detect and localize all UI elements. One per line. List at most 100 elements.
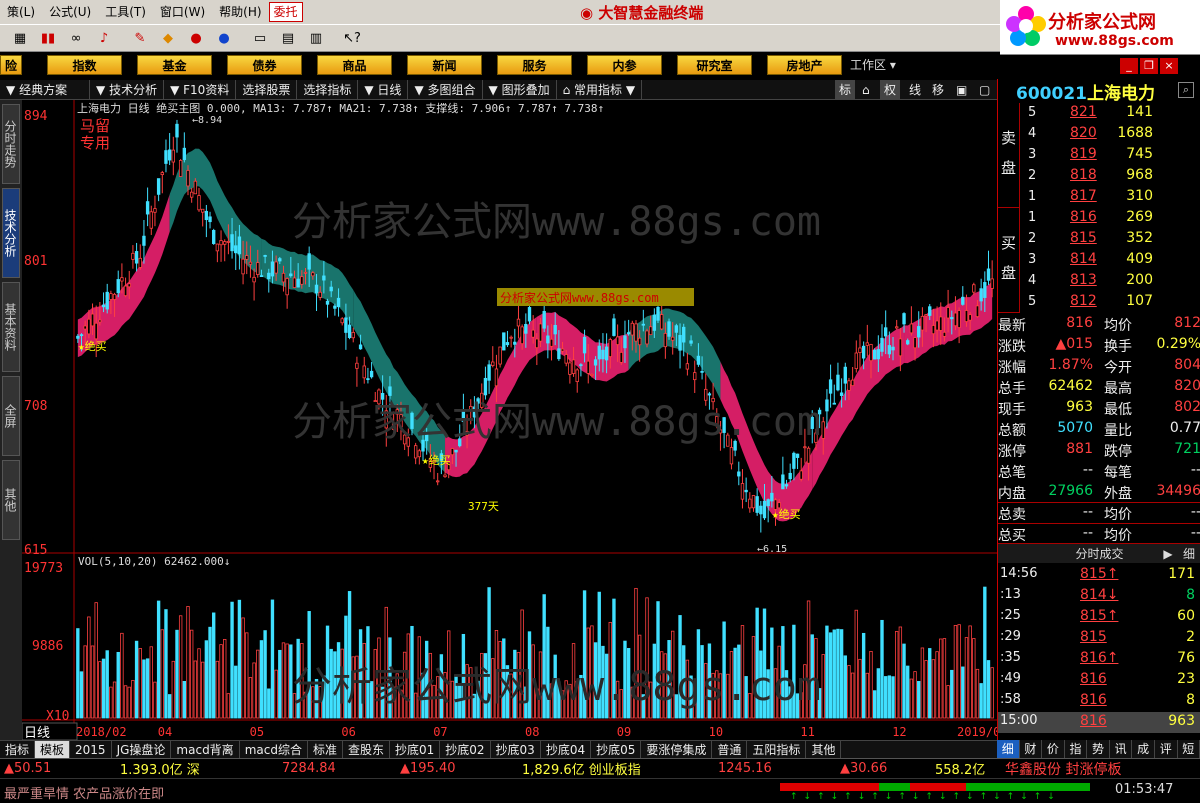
menu-item-window[interactable]: 窗口(W)	[153, 0, 212, 24]
sell-level[interactable]: 5 821 141	[998, 103, 1200, 124]
indicator-tab[interactable]: 普通	[712, 740, 748, 759]
buy-level[interactable]: 2 815 352	[998, 229, 1200, 250]
indicator-tab[interactable]: macd综合	[240, 740, 308, 759]
alert-text[interactable]: 华鑫股份 封涨停板	[1005, 759, 1121, 779]
sidebar-tab-technical[interactable]: 技术分析	[2, 188, 20, 278]
menu-item-strategy[interactable]: 策(L)	[0, 0, 42, 24]
buy-level[interactable]: 3 814 409	[998, 250, 1200, 271]
toggle-move[interactable]: 移	[928, 80, 948, 100]
indicator-tab[interactable]: 查股东	[343, 740, 390, 759]
restore-icon[interactable]: ❐	[1140, 58, 1158, 74]
toggle-mark[interactable]: 标	[835, 80, 856, 100]
ticker-text[interactable]: 最严重旱情 农产品涨价在即	[4, 783, 164, 802]
indicator-tab[interactable]: 指标	[0, 740, 36, 759]
right-tab[interactable]: 势	[1087, 740, 1110, 758]
right-tab[interactable]: 财	[1020, 740, 1043, 758]
right-tab[interactable]: 评	[1155, 740, 1178, 758]
grid-icon[interactable]: ▦	[8, 27, 32, 49]
print-icon[interactable]: ▭	[248, 27, 272, 49]
lock-icon[interactable]: ⌂	[858, 80, 874, 100]
nav-button-fund[interactable]: 基金	[137, 55, 212, 75]
binoculars-icon[interactable]: ∞	[64, 27, 88, 49]
play-icon[interactable]: ▶	[1160, 544, 1176, 564]
nav-button-partial[interactable]: 险	[0, 55, 22, 75]
toggle-rights[interactable]: 权	[880, 80, 901, 100]
level-number: 4	[1028, 126, 1037, 141]
pin-icon[interactable]: ▾	[890, 58, 896, 72]
indicator-tab[interactable]: 要涨停集成	[641, 740, 713, 759]
window-icon[interactable]: ▣	[952, 80, 971, 100]
indicator-tab[interactable]: 抄底01	[390, 740, 441, 759]
tick-price: 815	[1080, 629, 1107, 645]
sidebar-tab-other[interactable]: 其他	[2, 460, 20, 540]
right-tab[interactable]: 讯	[1110, 740, 1133, 758]
indicator-tab[interactable]: 抄底04	[541, 740, 592, 759]
kline-chart[interactable]: 分析家公式网www.88gs.com 分析家公式网www.88gs.com 分析…	[21, 100, 1008, 741]
sell-level[interactable]: 2 818 968	[998, 166, 1200, 187]
submenu-select-stock[interactable]: 选择股票	[236, 79, 298, 100]
right-tab[interactable]: 指	[1065, 740, 1088, 758]
nav-button-service[interactable]: 服务	[497, 55, 572, 75]
nav-button-index[interactable]: 指数	[47, 55, 122, 75]
close-icon[interactable]: ×	[1160, 58, 1178, 74]
buy-level[interactable]: 5 812 107	[998, 292, 1200, 313]
nav-button-realestate[interactable]: 房地产	[767, 55, 842, 75]
window-icon[interactable]: ▤	[276, 27, 300, 49]
books-icon[interactable]: ▥	[304, 27, 328, 49]
indicator-tab[interactable]: 抄底05	[591, 740, 642, 759]
nav-button-insider[interactable]: 内参	[587, 55, 662, 75]
diamond-icon[interactable]: ◆	[156, 27, 180, 49]
globe-red-icon[interactable]: ●	[184, 27, 208, 49]
ticks-detail-button[interactable]: 细	[1180, 544, 1198, 564]
expand-icon[interactable]: ▢	[975, 80, 994, 100]
indicator-tab[interactable]: 抄底03	[491, 740, 541, 759]
sidebar-tab-intraday[interactable]: 分时走势	[2, 104, 20, 184]
minimize-icon[interactable]: _	[1120, 58, 1138, 74]
globe-blue-icon[interactable]: ●	[212, 27, 236, 49]
menu-item-help[interactable]: 帮助(H)	[212, 0, 268, 24]
right-tab[interactable]: 细	[997, 740, 1020, 758]
candle-body	[953, 312, 958, 327]
sell-level[interactable]: 1 817 310	[998, 187, 1200, 208]
submenu-multi-chart[interactable]: ▼ 多图组合	[408, 79, 483, 100]
pencil-icon[interactable]: ✎	[128, 27, 152, 49]
submenu-tech-analysis[interactable]: ▼ 技术分析	[90, 79, 165, 100]
indicator-tab[interactable]: 五阳指标	[747, 740, 807, 759]
buy-level[interactable]: 1 816 269	[998, 208, 1200, 229]
submenu-select-indicator[interactable]: 选择指标	[297, 79, 359, 100]
menu-item-tools[interactable]: 工具(T)	[98, 0, 153, 24]
volume-bar	[142, 659, 146, 719]
indicator-tab[interactable]: macd背离	[171, 740, 240, 759]
toggle-line[interactable]: 线	[905, 80, 925, 100]
sell-level[interactable]: 3 819 745	[998, 145, 1200, 166]
help-cursor-icon[interactable]: ↖?	[340, 27, 364, 49]
menu-item-formula[interactable]: 公式(U)	[42, 0, 98, 24]
candle-icon[interactable]: ▮▮	[36, 27, 60, 49]
right-tab[interactable]: 短	[1178, 740, 1200, 758]
indicator-tab[interactable]: JG操盘论	[112, 740, 172, 759]
bell-icon[interactable]: ♪	[92, 27, 116, 49]
submenu-classic-scheme[interactable]: ▼ 经典方案	[0, 79, 90, 100]
sidebar-tab-fundamentals[interactable]: 基本资料	[2, 282, 20, 372]
nav-button-news[interactable]: 新闻	[407, 55, 482, 75]
indicator-tab[interactable]: 2015	[70, 740, 112, 759]
right-tab[interactable]: 成	[1132, 740, 1155, 758]
submenu-overlay[interactable]: ▼ 图形叠加	[483, 79, 557, 100]
submenu-daily[interactable]: ▼ 日线	[358, 79, 409, 100]
indicator-tab[interactable]: 其他	[806, 740, 842, 759]
nav-button-bond[interactable]: 债券	[227, 55, 302, 75]
workarea-label[interactable]: 工作区 ▾	[850, 56, 1000, 74]
sell-level[interactable]: 4 820 1688	[998, 124, 1200, 145]
indicator-tab[interactable]: 模板	[35, 740, 71, 759]
nav-button-research[interactable]: 研究室	[677, 55, 752, 75]
search-icon[interactable]: ⌕	[1178, 82, 1194, 98]
submenu-common-indicators[interactable]: ⌂ 常用指标 ▼	[557, 79, 643, 100]
buy-level[interactable]: 4 813 200	[998, 271, 1200, 292]
indicator-tab[interactable]: 标准	[308, 740, 343, 759]
right-tab[interactable]: 价	[1042, 740, 1065, 758]
indicator-tab[interactable]: 抄底02	[440, 740, 491, 759]
submenu-f10[interactable]: ▼ F10资料	[164, 79, 237, 100]
nav-button-commodity[interactable]: 商品	[317, 55, 392, 75]
sidebar-tab-fullscreen[interactable]: 全屏	[2, 376, 20, 456]
menu-item-trade[interactable]: 委托	[268, 2, 303, 22]
